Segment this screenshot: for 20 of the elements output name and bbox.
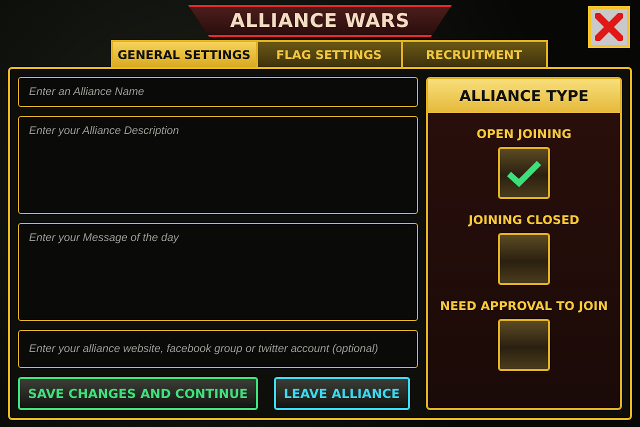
text-area[interactable]: Enter your Alliance Description bbox=[18, 116, 418, 214]
checkbox[interactable] bbox=[498, 233, 550, 285]
window-title: ALLIANCE WARS bbox=[188, 5, 452, 37]
close-icon bbox=[595, 13, 623, 41]
leave-button[interactable]: LEAVE ALLIANCE bbox=[274, 377, 410, 410]
input-field[interactable]: Enter an Alliance Name bbox=[18, 77, 418, 107]
check-icon bbox=[505, 158, 543, 188]
checkbox[interactable] bbox=[498, 147, 550, 199]
tab[interactable]: RECRUITMENT bbox=[400, 40, 548, 67]
checkbox[interactable] bbox=[498, 319, 550, 371]
option-label: JOINING CLOSED bbox=[468, 213, 580, 227]
option-label: NEED APPROVAL TO JOIN bbox=[440, 299, 608, 313]
option-label: OPEN JOINING bbox=[476, 127, 572, 141]
panel-title: ALLIANCE TYPE bbox=[428, 79, 620, 113]
tab[interactable]: GENERAL SETTINGS bbox=[110, 40, 258, 67]
tab[interactable]: FLAG SETTINGS bbox=[256, 40, 402, 67]
text-area[interactable]: Enter your Message of the day bbox=[18, 223, 418, 321]
close-button[interactable] bbox=[588, 6, 630, 48]
input-field[interactable]: Enter your alliance website, facebook group or twitter account (optional) bbox=[18, 330, 418, 368]
save-button[interactable]: SAVE CHANGES AND CONTINUE bbox=[18, 377, 258, 410]
